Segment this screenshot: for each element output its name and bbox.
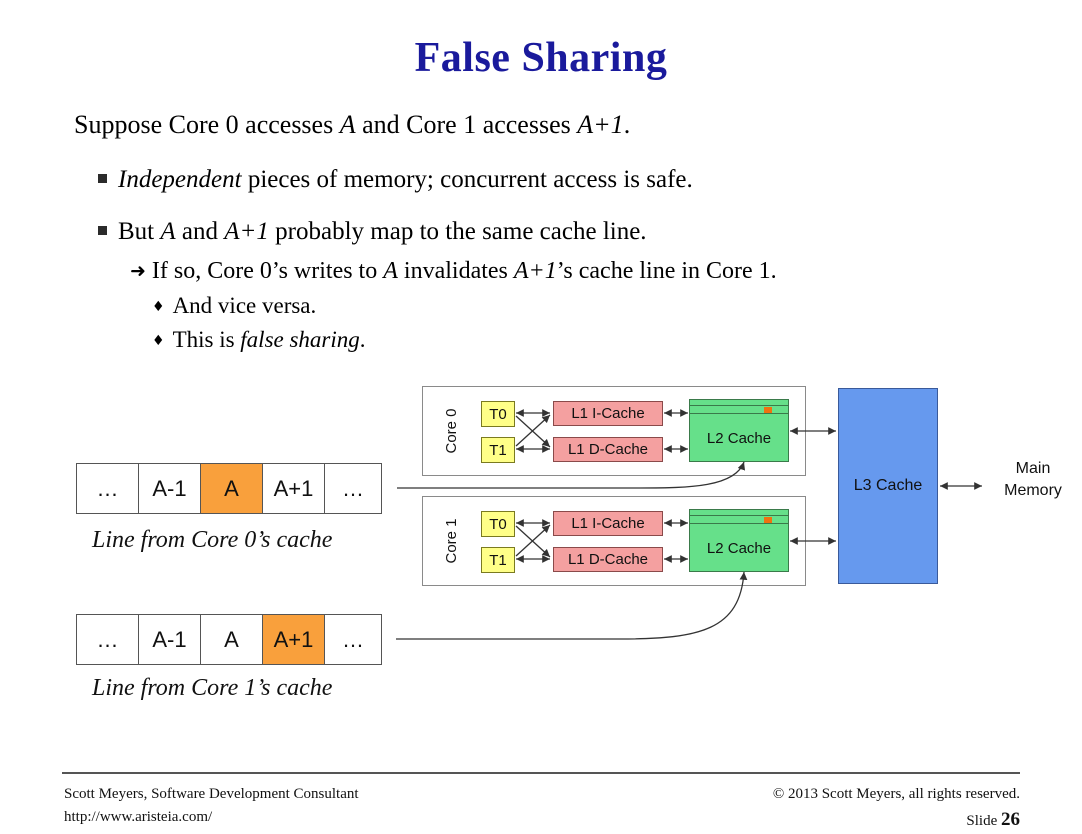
cache-line-core1-caption: Line from Core 1’s cache (92, 675, 332, 702)
slide-word: Slide (966, 813, 1001, 829)
line1-mid: and Core 1 accesses (356, 110, 578, 139)
cache-cell: A (201, 615, 263, 664)
cache-cell: … (325, 464, 381, 513)
line3-mid: and (176, 218, 225, 245)
line3-post: probably map to the same cache line. (269, 218, 647, 245)
core1-label: Core 1 (443, 518, 460, 563)
footer-right: © 2013 Scott Meyers, all rights reserved… (773, 783, 1020, 834)
cache-cell: A-1 (139, 615, 201, 664)
line6-em1: false sharing (240, 327, 359, 352)
cache-cell-highlighted: A+1 (263, 615, 325, 664)
line2-em1: Independent (118, 166, 242, 193)
core0-l1-d-cache: L1 D-Cache (553, 437, 663, 462)
line3-em1: A (160, 218, 175, 245)
diamond-bullet-icon: ♦ (152, 333, 165, 349)
body-line-5: ♦ And vice versa. (152, 293, 316, 319)
core1-l2-label: L2 Cache (707, 540, 771, 557)
line3-pre: But (118, 218, 160, 245)
line1-em1: A (340, 110, 356, 139)
cache-cell: … (77, 615, 139, 664)
body-line-2: Independent pieces of memory; concurrent… (98, 166, 693, 195)
line1-pre: Suppose Core 0 accesses (74, 110, 340, 139)
footer-author: Scott Meyers, Software Development Consu… (64, 783, 359, 806)
cache-cell: A+1 (263, 464, 325, 513)
line4-em2: A+1 (514, 258, 557, 284)
core0-l1-i-cache: L1 I-Cache (553, 401, 663, 426)
body-line-6: ♦ This is false sharing. (152, 327, 366, 353)
body-line-3: But A and A+1 probably map to the same c… (98, 218, 647, 247)
line1-em2: A+1 (577, 110, 623, 139)
line4-post: ’s cache line in Core 1. (557, 258, 777, 284)
core0-thread-t0: T0 (481, 401, 515, 427)
slide-number-value: 26 (1001, 809, 1020, 830)
footer-left: Scott Meyers, Software Development Consu… (64, 783, 359, 828)
slide-number: Slide 26 (773, 806, 1020, 834)
square-bullet-icon (98, 226, 107, 235)
body-line-1: Suppose Core 0 accesses A and Core 1 acc… (74, 110, 630, 140)
line4-mid: invalidates (398, 258, 514, 284)
core0-l2-cache: L2 Cache (689, 399, 789, 462)
core0-label: Core 0 (443, 408, 460, 453)
line6-post: . (360, 327, 366, 352)
line4-em1: A (383, 258, 398, 284)
core0-l2-highlighted-word (764, 407, 772, 413)
cache-cell: A-1 (139, 464, 201, 513)
line2-post: pieces of memory; concurrent access is s… (242, 166, 693, 193)
footer-url[interactable]: http://www.aristeia.com/ (64, 806, 359, 829)
cache-cell: … (77, 464, 139, 513)
cache-line-core0: … A-1 A A+1 … (76, 463, 382, 514)
core1-l1-d-cache: L1 D-Cache (553, 547, 663, 572)
core1-thread-t0: T0 (481, 511, 515, 537)
line3-em2: A+1 (224, 218, 269, 245)
core1-block: Core 1 T0 T1 L1 I-Cache L1 D-Cache L2 Ca… (422, 496, 806, 586)
core1-l2-cache: L2 Cache (689, 509, 789, 572)
line6-pre: This is (173, 327, 241, 352)
core0-l2-label: L2 Cache (707, 430, 771, 447)
cache-line-core1: … A-1 A A+1 … (76, 614, 382, 665)
page-title: False Sharing (0, 34, 1082, 82)
main-memory-label: Main Memory (985, 458, 1081, 501)
footer-divider (62, 772, 1020, 774)
main-memory-line2: Memory (985, 480, 1081, 502)
core0-block: Core 0 T0 T1 L1 I-Cache L1 D-Cache L2 Ca… (422, 386, 806, 476)
body-line-4: ➜ If so, Core 0’s writes to A invalidates… (130, 258, 777, 286)
cache-cell-highlighted: A (201, 464, 263, 513)
core1-l1-i-cache: L1 I-Cache (553, 511, 663, 536)
l3-cache-block: L3 Cache (838, 388, 938, 584)
core0-l2-cacheline-strip (690, 405, 788, 414)
main-memory-line1: Main (985, 458, 1081, 480)
cache-cell: … (325, 615, 381, 664)
line1-post: . (624, 110, 631, 139)
core1-thread-t1: T1 (481, 547, 515, 573)
footer-copyright: © 2013 Scott Meyers, all rights reserved… (773, 783, 1020, 806)
line4-pre: If so, Core 0’s writes to (152, 258, 383, 284)
core0-thread-t1: T1 (481, 437, 515, 463)
cache-line-core0-caption: Line from Core 0’s cache (92, 527, 332, 554)
diamond-bullet-icon: ♦ (152, 299, 165, 315)
square-bullet-icon (98, 174, 107, 183)
core1-l2-cacheline-strip (690, 515, 788, 524)
core1-l2-highlighted-word (764, 517, 772, 523)
arrow-bullet-icon: ➜ (130, 261, 146, 283)
line5-text: And vice versa. (173, 293, 317, 318)
